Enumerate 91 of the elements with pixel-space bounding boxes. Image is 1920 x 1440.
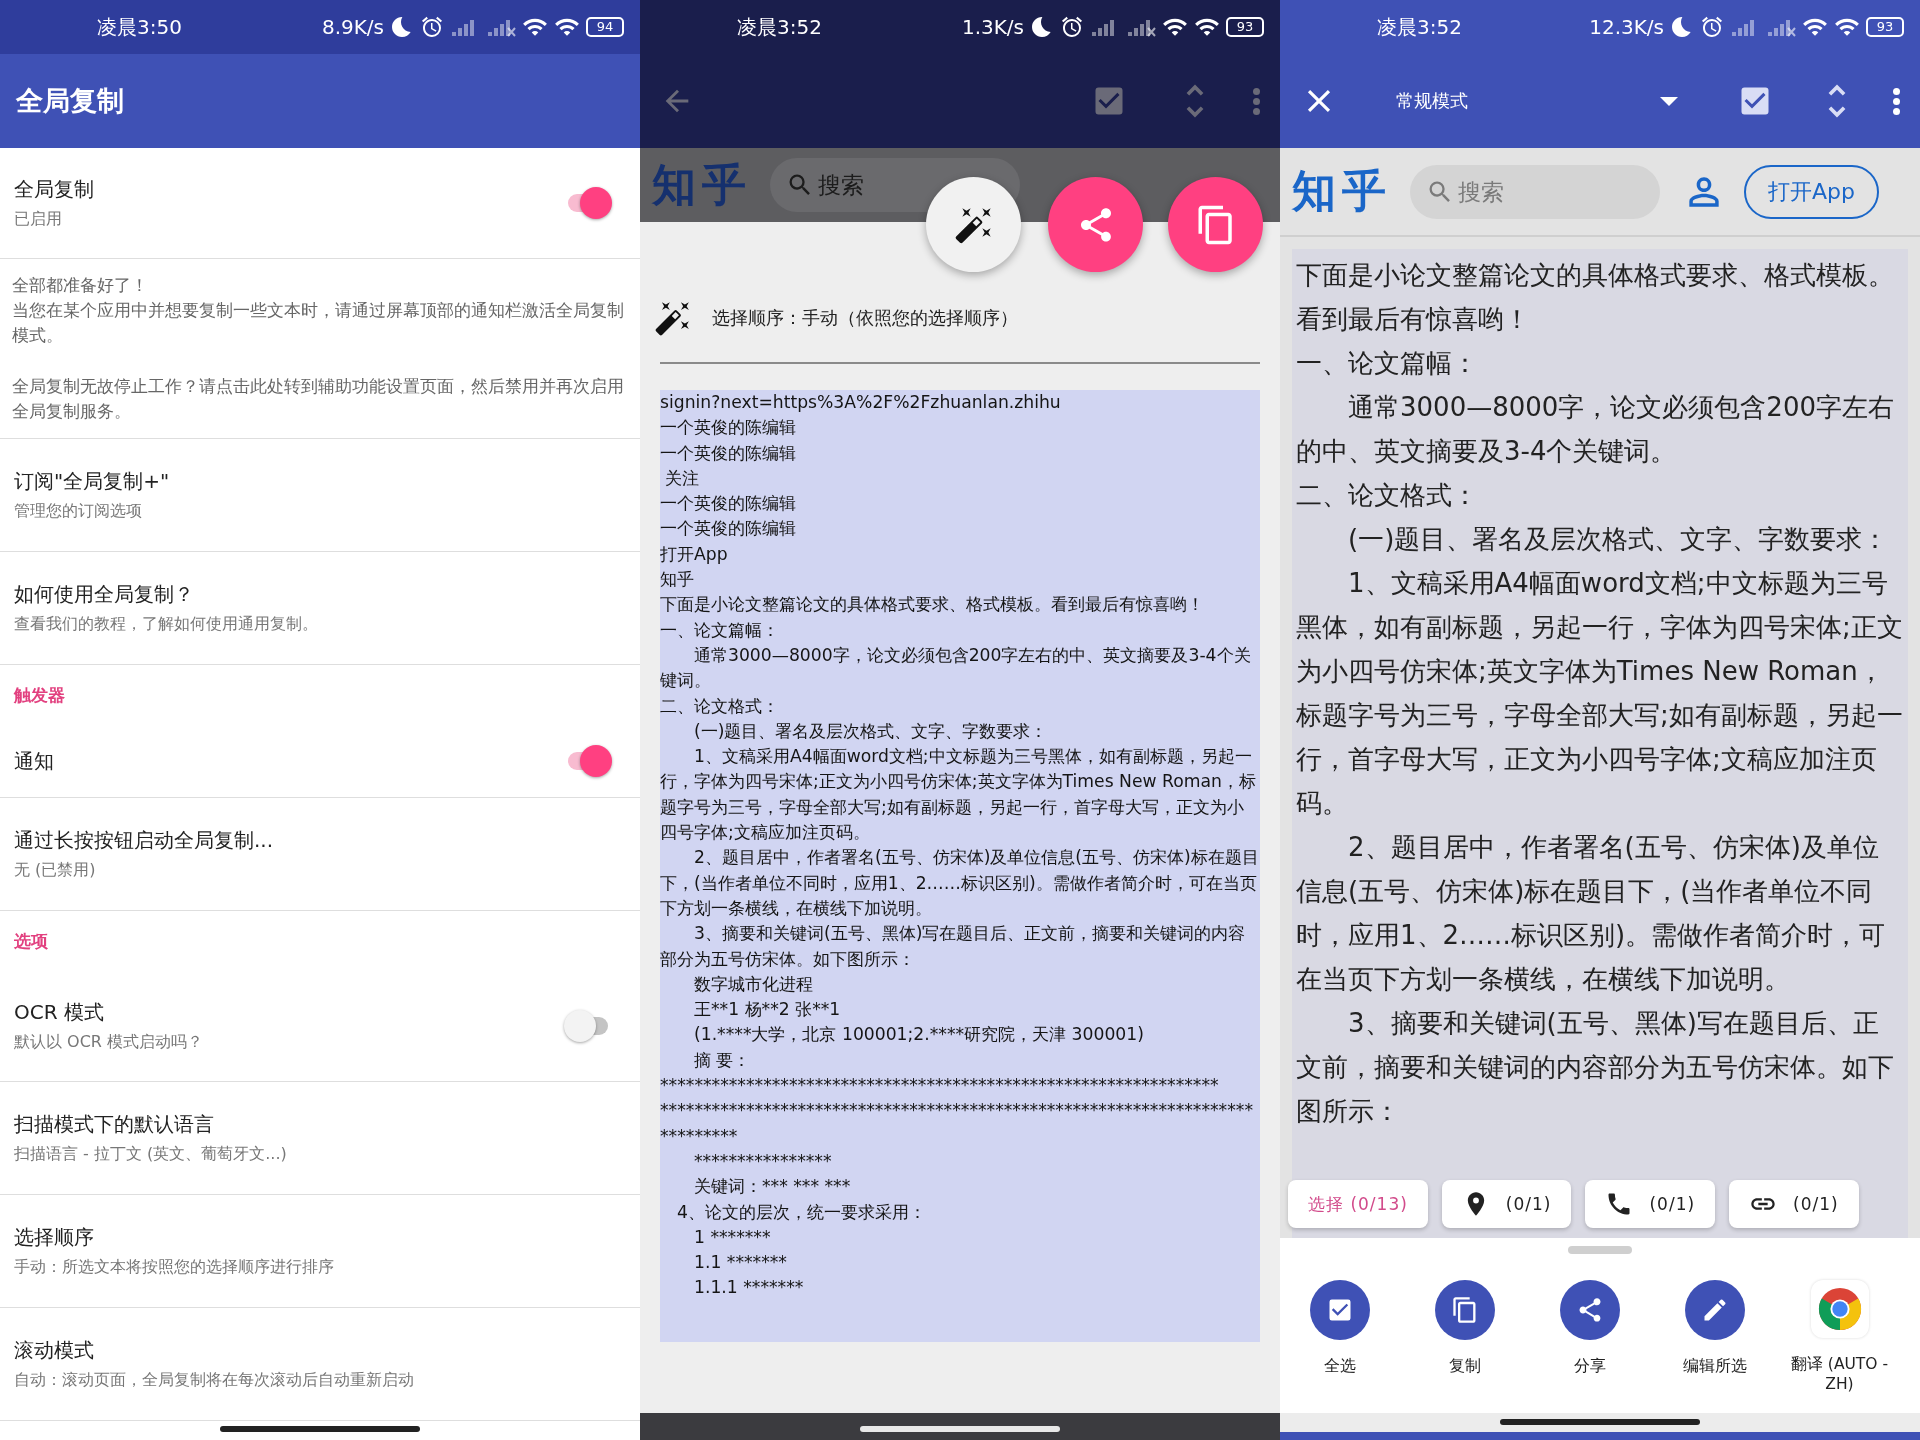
action-button[interactable]: 复制 bbox=[1402, 1280, 1527, 1394]
setting-subtitle: 手动：所选文本将按照您的选择顺序进行排序 bbox=[14, 1257, 335, 1278]
network-speed: 1.3K/s bbox=[961, 15, 1024, 39]
setting-subtitle: 已启用 bbox=[14, 209, 63, 230]
article-paragraph[interactable]: 二、论文格式： bbox=[1296, 473, 1904, 517]
article-paragraph[interactable]: 1、文稿采用A4幅面word文档;中文标题为三号黑体，如有副标题，另起一行，字体为四号宋体;正文为小四号仿宋体;英文字体为Times New Roman，标题字号为三号，字母全部大写;如有副标题，另起一行，首字母大写，正文为小四号字体;文稿应加注页码。 bbox=[1296, 561, 1904, 825]
caret-icon bbox=[1660, 96, 1678, 106]
status-time: 凌晨3:50 bbox=[97, 13, 182, 41]
text-line[interactable]: 关键词：*** *** *** bbox=[660, 1174, 1260, 1200]
setting-title[interactable]: OCR 模式 bbox=[14, 999, 564, 1026]
action-button[interactable]: 编辑所选 bbox=[1652, 1280, 1777, 1394]
text-line[interactable]: ********************************************************************* ********* bbox=[660, 1098, 1260, 1149]
filter-chip[interactable]: (0/1) bbox=[1729, 1180, 1859, 1228]
status-time: 凌晨3:52 bbox=[1377, 13, 1462, 41]
action-button[interactable]: 全选 bbox=[1280, 1280, 1402, 1394]
text-line[interactable]: 关注 bbox=[660, 465, 1260, 492]
article-paragraph[interactable]: 2、题目居中，作者署名(五号、仿宋体)及单位信息(五号、仿宋体)标在题目下，(当作者单位不同时，应用1、2……标识区别)。需做作者简介时，可在当页下方划一条横线，在横线下加说明。 bbox=[1296, 825, 1904, 1001]
text-line[interactable]: (一)题目、署名及层次格式、文字、字数要求： bbox=[660, 718, 1260, 745]
text-line[interactable]: 一个英俊的陈编辑 bbox=[660, 440, 1260, 466]
text-line[interactable]: 1、文稿采用A4幅面word文档;中文标题为三号黑体，如有副标题，另起一行，字体为四号宋体;正文为小四号仿宋体;英文字体为Times New Roman，标题字号为三号，字母全部大写;如有副标题，另起一行，首字母大写，正文为小四号字体;文稿应加注页码。 bbox=[660, 744, 1260, 846]
text-line[interactable]: 王**1 杨**2 张**1 bbox=[660, 997, 1260, 1023]
alarm-icon bbox=[1060, 15, 1084, 39]
text-line[interactable]: 1.1 ******* bbox=[660, 1250, 1260, 1276]
text-line[interactable]: 二、论文格式： bbox=[660, 693, 1260, 719]
text-line[interactable]: **************** bbox=[660, 1148, 1260, 1175]
text-line[interactable]: ***************************************************************** bbox=[660, 1073, 1260, 1099]
action-button[interactable]: 翻译 (AUTO - ZH) bbox=[1777, 1280, 1902, 1394]
article-paragraph[interactable]: 一、论文篇幅： bbox=[1296, 341, 1904, 385]
setting-title[interactable]: 订阅"全局复制+" bbox=[14, 468, 626, 495]
filter-chip[interactable]: (0/1) bbox=[1585, 1180, 1716, 1228]
text-line[interactable]: 一、论文篇幅： bbox=[660, 617, 1260, 643]
network-speed: 8.9K/s bbox=[321, 15, 384, 39]
network-speed: 12.3K/s bbox=[1589, 15, 1664, 39]
text-line[interactable]: 摘 要： bbox=[660, 1047, 1260, 1073]
text-line[interactable]: 1 ******* bbox=[660, 1224, 1260, 1251]
setting-title[interactable]: 全局复制 bbox=[14, 176, 564, 203]
browser-app-icon bbox=[1816, 1286, 1863, 1332]
setting-subtitle: 自动：滚动页面，全局复制将在每次滚动后自动重新启动 bbox=[14, 1370, 415, 1391]
setting-title[interactable]: 滚动模式 bbox=[14, 1337, 626, 1364]
article-paragraph[interactable]: 通常3000—8000字，论文必须包含200字左右的中、英文摘要及3-4个关键词。 bbox=[1296, 385, 1904, 473]
setting-title[interactable]: 通过长按按钮启动全局复制... bbox=[14, 827, 626, 854]
text-line[interactable]: (1.****大学，北京 100001;2.****研究院，天津 300001) bbox=[660, 1022, 1260, 1048]
magic-wand-icon bbox=[654, 299, 692, 337]
info-text: 全局复制无故停止工作？请点击此处转到辅助功能设置页面，然后禁用并再次启用全局复制服务。 bbox=[12, 376, 625, 423]
text-line[interactable]: 通常3000—8000字，论文必须包含200字左右的中、英文摘要及3-4个关键词。 bbox=[660, 642, 1260, 694]
search-field[interactable]: 搜索 bbox=[1410, 164, 1660, 219]
more-icon bbox=[1893, 87, 1900, 115]
setting-subtitle: 无 (已禁用) bbox=[14, 860, 97, 881]
setting-subtitle: 扫描语言 - 拉丁文 (英文、葡萄牙文...) bbox=[14, 1144, 288, 1165]
filter-chip[interactable]: 选择 (0/13) bbox=[1288, 1180, 1428, 1228]
article-paragraph[interactable]: (一)题目、署名及层次格式、文字、字数要求： bbox=[1296, 517, 1904, 561]
text-line[interactable]: 下面是小论文整篇论文的具体格式要求、格式模板。看到最后有惊喜哟！ bbox=[660, 592, 1260, 618]
text-line[interactable]: 3、摘要和关键词(五号、黑体)写在题目后、正文前，摘要和关键词的内容部分为五号仿宋体。如下图所示： bbox=[660, 921, 1260, 972]
action-button[interactable]: 分享 bbox=[1527, 1280, 1652, 1394]
filter-chip[interactable]: (0/1) bbox=[1441, 1180, 1572, 1228]
setting-title[interactable]: 通知 bbox=[14, 747, 564, 775]
mode-dropdown[interactable]: 常规模式 bbox=[1392, 83, 1682, 119]
alarm-icon bbox=[420, 15, 444, 39]
alarm-icon bbox=[1700, 15, 1724, 39]
setting-subtitle: 默认以 OCR 模式启动吗？ bbox=[14, 1032, 205, 1053]
app-title: 全局复制 bbox=[16, 84, 124, 118]
setting-title[interactable]: 选择顺序 bbox=[14, 1224, 626, 1251]
order-option[interactable]: 选择顺序：手动（依照您的选择顺序） bbox=[712, 306, 1018, 330]
article-paragraph[interactable]: 下面是小论文整篇论文的具体格式要求、格式模板。看到最后有惊喜哟！ bbox=[1296, 253, 1904, 341]
battery-indicator: 94 bbox=[586, 17, 624, 37]
site-logo: 知乎 bbox=[652, 157, 752, 212]
open-app-button[interactable]: 打开App bbox=[1744, 164, 1879, 219]
battery-indicator: 93 bbox=[1866, 17, 1904, 37]
setting-subtitle: 管理您的订阅选项 bbox=[14, 501, 143, 522]
text-line[interactable]: 1.1.1 ******* bbox=[660, 1275, 1260, 1301]
article-paragraph[interactable]: 3、摘要和关键词(五号、黑体)写在题目后、正文前，摘要和关键词的内容部分为五号仿宋体。如下图所示： bbox=[1296, 1001, 1904, 1133]
text-line[interactable]: 打开App bbox=[660, 541, 1260, 568]
text-line[interactable]: 一个英俊的陈编辑 bbox=[660, 516, 1260, 542]
captured-text-area[interactable] bbox=[660, 390, 1260, 1342]
info-text: 全部都准备好了！ 当您在某个应用中并想要复制一些文本时，请通过屏幕顶部的通知栏激活全局复制模式。 bbox=[12, 275, 625, 347]
text-line[interactable]: 2、题目居中，作者署名(五号、仿宋体)及单位信息(五号、仿宋体)标在题目下，(当作者单位不同时，应用1、2……标识区别)。需做作者简介时，可在当页下方划一条横线，在横线下加说明。 bbox=[660, 845, 1260, 922]
setting-subtitle: 查看我们的教程，了解如何使用通用复制。 bbox=[14, 614, 319, 635]
setting-title[interactable]: 扫描模式下的默认语言 bbox=[14, 1111, 626, 1138]
setting-title[interactable]: 如何使用全局复制？ bbox=[14, 581, 626, 608]
site-logo: 知乎 bbox=[1292, 164, 1392, 218]
drag-handle[interactable] bbox=[1568, 1246, 1632, 1254]
text-line[interactable]: 知乎 bbox=[660, 567, 1260, 593]
text-line[interactable]: 数字城市化进程 bbox=[660, 971, 1260, 998]
more-icon bbox=[1253, 87, 1260, 115]
text-line[interactable]: 一个英俊的陈编辑 bbox=[660, 491, 1260, 517]
status-time: 凌晨3:52 bbox=[737, 13, 822, 41]
text-line[interactable]: signin?next=https%3A%2F%2Fzhuanlan.zhihu bbox=[660, 390, 1260, 416]
text-line[interactable]: 一个英俊的陈编辑 bbox=[660, 415, 1260, 441]
text-line[interactable]: 4、论文的层次，统一要求采用： bbox=[660, 1199, 1260, 1225]
battery-indicator: 93 bbox=[1226, 17, 1264, 37]
copy-icon bbox=[1450, 1296, 1479, 1324]
